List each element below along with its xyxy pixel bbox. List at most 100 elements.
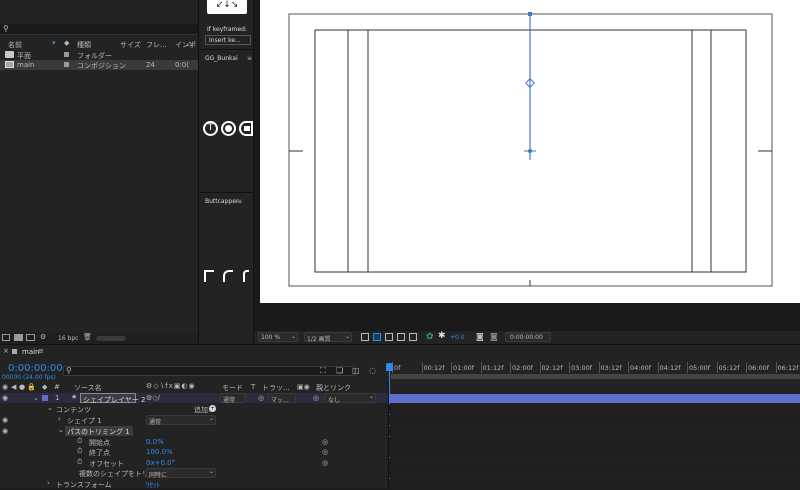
sort-arrow-icon[interactable]: ▾ [52,39,56,47]
guides-icon[interactable] [397,333,405,341]
composition-canvas[interactable] [260,0,800,303]
stopwatch-icon[interactable]: ⏱ [77,447,82,456]
circle-tool-icon[interactable] [221,121,236,136]
layer-mode-select[interactable]: 通常 [220,393,246,404]
stopwatch-icon[interactable]: ⏱ [77,437,82,446]
expression-pickwhip-icon[interactable]: ◎ [322,459,328,467]
reset-link[interactable]: ﾘｾｯﾄ [146,480,160,490]
draft-3d-icon[interactable]: ⛶ [320,366,326,376]
label-color-swatch[interactable] [42,395,48,401]
expand-arrow-icon[interactable]: ⌄ [33,394,39,402]
arrow-buttons[interactable]: ↙↓↘ [207,0,247,14]
tab-main[interactable]: main [22,348,40,356]
end-row[interactable]: ⏱ 終了点 100.0% ◎ [0,447,388,457]
expression-pickwhip-icon[interactable]: ◎ [322,448,328,456]
layer-row[interactable]: ◉ ⌄ 1 ★ シェイプレイヤー 2 ⚙◇∕ 通常 ◎ マッ... ◎ なし ⌄ [0,393,388,404]
trash-icon[interactable]: 🗑 [83,333,92,341]
new-folder-icon[interactable] [14,334,23,341]
layer-switches[interactable]: ⚙◇∕ [146,394,160,402]
zoom-select[interactable]: 100 % ⌄ [258,332,298,342]
timecode-field[interactable]: 0:00:00:00 [505,332,551,342]
frame-blend-icon[interactable]: ◫ [352,366,360,375]
flowchart-icon[interactable]: ⛬ [187,39,193,49]
layer-name-field[interactable]: シェイプレイヤー 2 [80,393,145,404]
expression-pickwhip-icon[interactable]: ◎ [322,438,328,446]
shy-icon[interactable]: ❏ [336,366,343,375]
col-type[interactable]: 種類 [77,40,91,50]
text-tool-icon[interactable]: T [203,121,218,136]
color-channels-icon[interactable]: ✿ [426,332,434,342]
contents-row[interactable]: ⌄ コンテンツ 追加: + [0,404,388,414]
trim-multiple-select[interactable]: 同時に ⌄ [146,468,216,479]
col-frame[interactable]: フレ... [146,40,167,50]
motion-blur-icon[interactable]: ◌ [369,366,376,375]
square-cap-icon[interactable] [243,270,249,282]
collapse-arrow-icon[interactable]: › [47,479,50,487]
visibility-icon[interactable]: ◉ [2,383,8,391]
round-cap-icon[interactable] [223,270,233,282]
add-icon[interactable]: + [209,405,216,412]
resolution-select[interactable]: 1/2 画質 ⌄ [304,332,352,343]
show-snapshot-icon[interactable]: ◙ [490,332,498,341]
trim-multiple-row[interactable]: 複数のシェイプをトリム 同時に ⌄ [0,468,388,479]
pickwhip-icon[interactable]: ◎ [313,394,319,402]
trim-label-highlight[interactable]: パスのトリミング 1 [65,426,133,436]
shape1-mode-select[interactable]: 通常 ⌄ [146,415,216,426]
project-search-input[interactable]: ⚲ [0,24,198,35]
current-time[interactable]: 0:00:00:00 [8,363,63,374]
solo-icon[interactable]: ● [19,383,25,391]
parent-select[interactable]: なし ⌄ [324,393,376,404]
snapshot-icon[interactable]: ◙ [476,332,484,341]
offset-row[interactable]: ⏱ オフセット 0x+0.0° ◎ [0,458,388,468]
menu-icon[interactable]: ≡ [247,55,252,62]
col-size[interactable]: サイズ [120,40,141,50]
shape-tool-icon[interactable] [239,121,253,136]
settings-icon[interactable]: ⚙ [40,333,46,341]
region-of-interest-icon[interactable] [361,333,369,341]
end-value[interactable]: 100.0% [146,448,173,456]
interpret-footage-icon[interactable] [2,334,10,341]
expand-arrow-icon[interactable]: ⌄ [58,426,64,434]
playhead-icon[interactable] [386,363,393,371]
list-item[interactable]: main コンポジション 24 0:0( [0,60,198,70]
start-value[interactable]: 0.0% [146,438,164,446]
menu-icon[interactable]: ≡ [38,347,44,355]
new-comp-icon[interactable] [26,334,35,341]
work-area-bar[interactable] [391,374,800,379]
timeline-search-input[interactable]: ⚲ [63,366,355,376]
expand-arrow-icon[interactable]: ⌄ [47,404,53,412]
visibility-icon[interactable]: ◉ [2,427,8,435]
bpc-label[interactable]: 16 bpc [58,335,78,342]
mask-visibility-icon[interactable] [385,333,393,341]
col-parent[interactable]: 親とリンク [316,383,351,393]
track-matte-select[interactable]: マッ... [268,393,296,404]
exposure-reset-icon[interactable]: ✱ [438,331,446,341]
visibility-icon[interactable]: ◉ [2,394,8,402]
lock-icon[interactable]: 🔒 [27,383,36,391]
add-label[interactable]: 追加: [194,405,210,415]
close-icon[interactable]: × [3,347,9,355]
grid-icon[interactable] [409,333,417,341]
offset-value[interactable]: 0x+0.0° [146,459,175,467]
layer-duration-bar[interactable] [390,394,800,403]
collapse-arrow-icon[interactable]: › [58,415,61,423]
track-matte-icon[interactable]: ◎ [258,394,264,402]
exposure-value[interactable]: +0.0 [450,334,465,341]
trim-paths-row[interactable]: ◉ ⌄ パスのトリミング 1 [0,426,388,436]
start-row[interactable]: ⏱ 開始点 0.0% ◎ [0,437,388,447]
insert-key-select[interactable]: Insert ke... [205,35,251,45]
transparency-grid-icon[interactable] [373,333,381,341]
audio-icon[interactable]: ◀ [11,383,16,391]
col-name[interactable]: 名前 [8,40,22,50]
col-t[interactable]: T [251,383,255,391]
time-ruler[interactable]: 0f 00:12f 01:00f 01:12f 02:00f 02:12f 03:00f 03… [389,362,800,380]
list-item[interactable]: 平面 フォルダー [0,50,198,60]
stopwatch-icon[interactable]: ⏱ [77,458,82,467]
visibility-icon[interactable]: ◉ [2,416,8,424]
butt-cap-icon[interactable] [204,270,214,282]
scrollbar[interactable] [96,336,126,341]
col-source-name[interactable]: ソース名 [74,383,102,393]
menu-icon[interactable]: ≡ [237,198,242,205]
col-track[interactable]: トラッ... [262,383,290,393]
col-mode[interactable]: モード [222,383,243,393]
